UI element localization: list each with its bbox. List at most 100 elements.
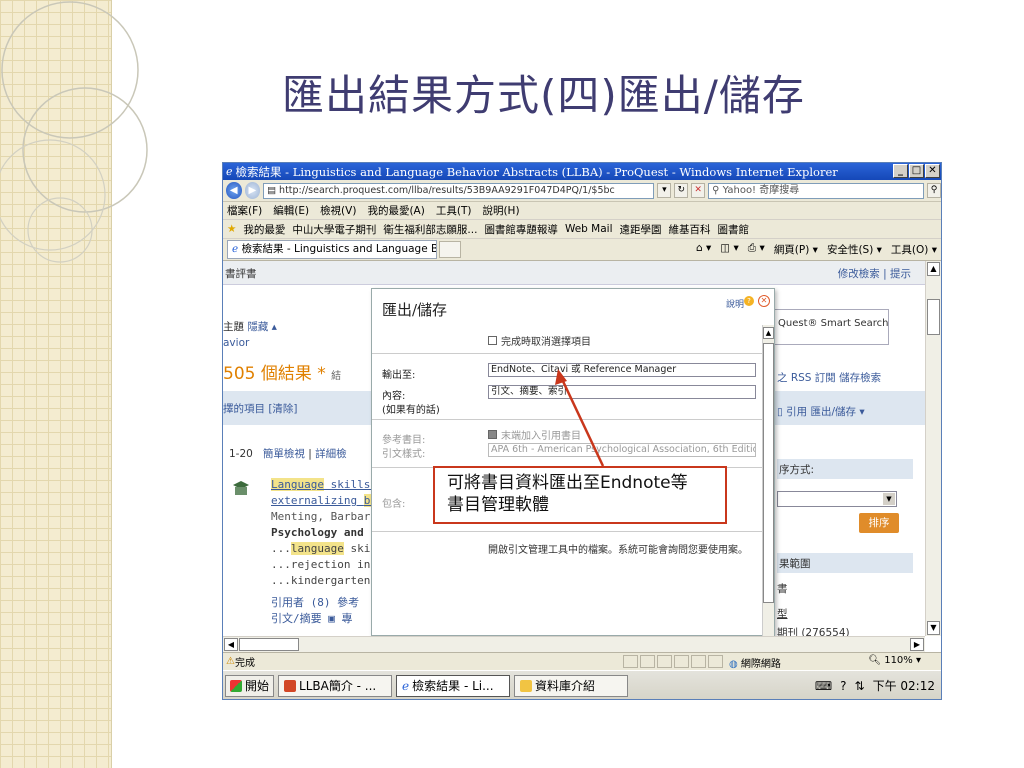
divider	[372, 531, 764, 532]
back-button[interactable]: ◀	[226, 182, 242, 199]
network-icon[interactable]: ⇅	[855, 679, 865, 693]
menu-help[interactable]: 說明(H)	[482, 203, 519, 218]
fav-wikipedia[interactable]: 維基百科	[669, 222, 711, 237]
scroll-up-icon[interactable]: ▲	[927, 262, 940, 276]
close-button[interactable]: ✕	[925, 164, 940, 178]
reference-checkbox[interactable]	[488, 430, 497, 439]
scroll-thumb[interactable]	[763, 343, 774, 603]
uncheck-option[interactable]: 完成時取消選擇項目	[488, 333, 591, 348]
stop-icon[interactable]: ✕	[691, 183, 706, 198]
modify-search-link[interactable]: 修改檢索 | 提示	[838, 266, 911, 281]
selected-items-link[interactable]: 擇的項目 [清除]	[223, 401, 298, 416]
tab-search-results[interactable]: ℯ 檢索結果 - Linguistics and Language B...	[227, 240, 437, 259]
detail-view-link[interactable]: 詳細檢	[315, 448, 347, 460]
feeds-icon[interactable]: ◫ ▾	[720, 242, 739, 257]
print-icon[interactable]: ⎙ ▾	[748, 242, 765, 257]
fav-library-report[interactable]: 圖書館專題報導	[484, 222, 558, 237]
search-go-button[interactable]: ⚲	[927, 183, 941, 198]
citation-style-select[interactable]: APA 6th - American Psychological Associa…	[488, 443, 756, 457]
forward-button[interactable]: ▶	[244, 182, 261, 199]
sort-select[interactable]: ▼	[777, 491, 897, 507]
journal-icon	[233, 481, 249, 495]
help-tray-icon[interactable]: ?	[840, 679, 846, 693]
cited-by-link[interactable]: 引用者 (8) 參考	[271, 595, 383, 611]
annotation-callout: 可將書目資料匯出至Endnote等 書目管理軟體	[433, 466, 727, 524]
fav-mohw[interactable]: 衛生福利部志願服...	[383, 222, 477, 237]
page-horizontal-scrollbar[interactable]: ◀ ▶	[223, 636, 925, 652]
scroll-right-icon[interactable]: ▶	[910, 638, 924, 651]
task-folder[interactable]: 資料庫介紹	[514, 674, 629, 697]
dialog-scrollbar[interactable]: ▲	[762, 325, 774, 636]
range-item-c[interactable]: 期刊 (276554)	[777, 625, 850, 636]
menu-tools[interactable]: 工具(T)	[436, 203, 472, 218]
fav-nsysu-ejournal[interactable]: 中山大學電子期刊	[292, 222, 376, 237]
dialog-close-icon[interactable]: ✕	[758, 295, 770, 307]
menu-favorites[interactable]: 我的最愛(A)	[367, 203, 424, 218]
url-dropdown-button[interactable]: ▾	[657, 183, 672, 198]
page-content: 書評書 修改檢索 | 提示 主題 隱藏 ▴ avior 505 個結果 * 結 …	[223, 261, 925, 636]
result-count: 505 個結果 * 結	[223, 359, 341, 384]
cite-export-link[interactable]: ▯ 引用 匯出/儲存 ▾	[777, 404, 865, 419]
help-link[interactable]: 說明	[726, 297, 744, 310]
fav-distance-learning[interactable]: 遠距學園	[620, 222, 662, 237]
start-button[interactable]: 開始	[225, 674, 275, 697]
brief-view-link[interactable]: 簡單檢視	[263, 448, 305, 460]
abstract-link[interactable]: 引文/摘要 ▣ 專	[271, 611, 383, 627]
fav-webmail[interactable]: Web Mail	[565, 223, 613, 235]
uncheck-checkbox[interactable]	[488, 336, 497, 345]
result-title-line2[interactable]: externalizing	[271, 494, 364, 507]
range-item-a[interactable]: 書	[777, 581, 788, 596]
zoom-control[interactable]: 🔍︎ 110% ▾	[868, 655, 921, 666]
result-title-highlight[interactable]: Language	[271, 478, 324, 491]
subject-value[interactable]: avior	[223, 337, 249, 349]
scroll-up-icon[interactable]: ▲	[763, 327, 774, 339]
scroll-thumb[interactable]	[239, 638, 299, 651]
url-field[interactable]: ▤ http://search.proquest.com/llba/result…	[263, 182, 655, 199]
browser-window: ℯ 檢索結果 - Linguistics and Language Behavi…	[222, 162, 942, 700]
folder-icon	[520, 679, 533, 692]
tab-bar: ℯ 檢索結果 - Linguistics and Language B... ⌂…	[223, 239, 941, 261]
callout-line1: 可將書目資料匯出至Endnote等	[447, 473, 688, 493]
content-select[interactable]: 引文、摘要、索引	[488, 385, 756, 399]
fav-library[interactable]: 圖書館	[718, 222, 750, 237]
task-llba-ppt[interactable]: LLBA簡介 - ...	[278, 674, 393, 697]
favorites-bar: ★ 我的最愛 中山大學電子期刊 衛生福利部志願服... 圖書館專題報導 Web …	[223, 220, 941, 239]
output-select[interactable]: EndNote、Citavi 或 Reference Manager	[488, 363, 756, 377]
task-label: 資料庫介紹	[535, 679, 596, 693]
reference-label: 參考書目:	[382, 435, 426, 446]
subject-text: 主題	[223, 321, 244, 333]
status-cell	[691, 655, 706, 668]
sort-button[interactable]: 排序	[859, 513, 899, 533]
cmd-safety[interactable]: 安全性(S) ▾	[827, 242, 882, 257]
maximize-button[interactable]: □	[909, 164, 924, 178]
cmd-page[interactable]: 網頁(P) ▾	[774, 242, 818, 257]
hide-link[interactable]: 隱藏 ▴	[247, 321, 277, 333]
minimize-button[interactable]: _	[893, 164, 908, 178]
command-bar: ⌂ ▾ ◫ ▾ ⎙ ▾ 網頁(P) ▾ 安全性(S) ▾ 工具(O) ▾	[696, 242, 937, 257]
range-item-b[interactable]: 型	[777, 606, 788, 621]
reference-option[interactable]: 末端加入引用書目	[488, 427, 581, 442]
task-ie-results[interactable]: ℯ 檢索結果 - Li...	[396, 674, 511, 697]
export-dialog: 匯出/儲存 說明 ? ✕ 完成時取消選擇項目 輸出至: EndNote、Cita…	[371, 288, 775, 636]
cmd-tools[interactable]: 工具(O) ▾	[891, 242, 937, 257]
scroll-thumb[interactable]	[927, 299, 940, 335]
new-tab-button[interactable]	[439, 241, 461, 258]
smart-search-box[interactable]: Quest® Smart Search	[773, 309, 889, 345]
page-vertical-scrollbar[interactable]: ▲ ▼	[925, 261, 941, 636]
scroll-left-icon[interactable]: ◀	[224, 638, 238, 651]
refresh-icon[interactable]: ↻	[674, 183, 689, 198]
menu-view[interactable]: 檢視(V)	[320, 203, 356, 218]
rss-save-search-link[interactable]: 之 RSS 訂閱 儲存檢索	[777, 370, 881, 385]
menu-file[interactable]: 檔案(F)	[227, 203, 262, 218]
scroll-down-icon[interactable]: ▼	[927, 621, 940, 635]
menu-edit[interactable]: 編輯(E)	[273, 203, 309, 218]
status-text: 完成	[234, 658, 255, 669]
result-title-part[interactable]: skills,	[324, 478, 377, 491]
status-cell	[708, 655, 723, 668]
fav-favorites[interactable]: 我的最愛	[243, 222, 285, 237]
dialog-title: 匯出/儲存	[382, 301, 448, 319]
keyboard-icon[interactable]: ⌨	[815, 679, 832, 693]
search-input[interactable]: ⚲ Yahoo! 奇摩搜尋	[708, 182, 925, 199]
help-icon[interactable]: ?	[744, 296, 754, 306]
home-icon[interactable]: ⌂ ▾	[696, 242, 711, 257]
